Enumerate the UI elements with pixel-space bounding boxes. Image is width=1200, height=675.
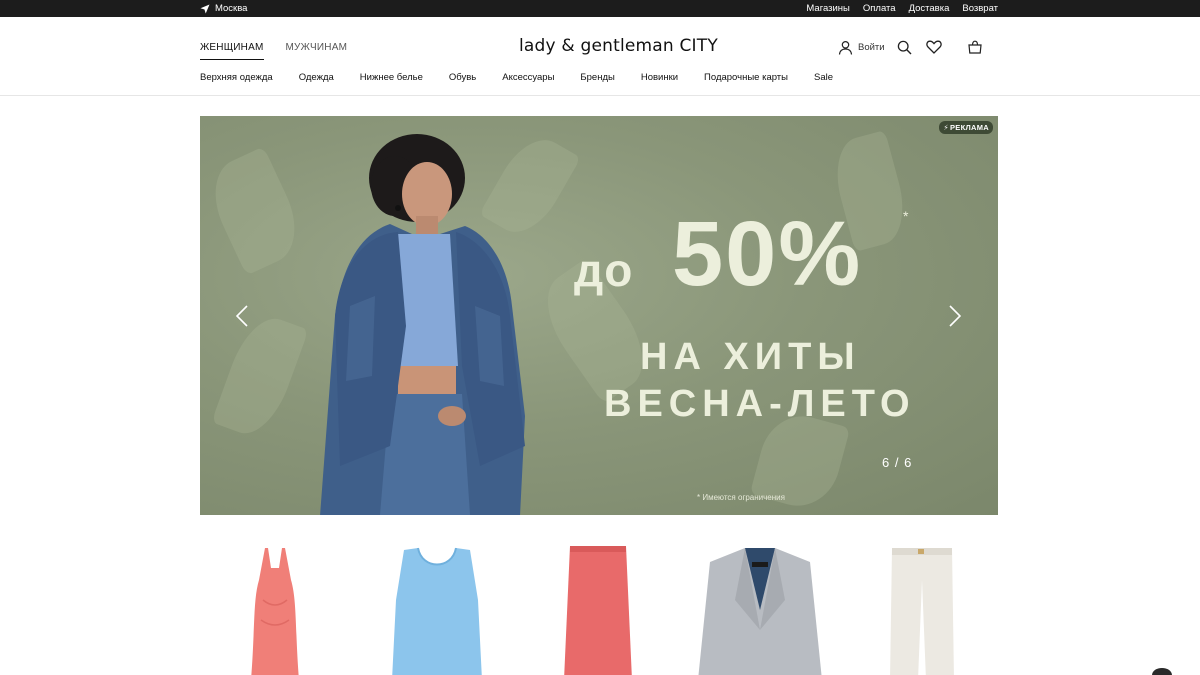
bag-icon	[967, 40, 982, 54]
link-stores[interactable]: Магазины	[806, 3, 849, 14]
site-logo[interactable]: lady & gentleman CITY	[519, 36, 718, 56]
user-icon	[838, 40, 853, 55]
nav-brands[interactable]: Бренды	[580, 72, 614, 83]
blazer-image	[698, 548, 822, 675]
link-payment[interactable]: Оплата	[863, 3, 896, 14]
product-card-top[interactable]	[367, 540, 507, 675]
promo-asterisk: *	[903, 208, 909, 224]
gender-tabs: ЖЕНЩИНАМ МУЖЧИНАМ	[200, 42, 347, 60]
header-actions: Войти	[838, 38, 982, 56]
tab-men[interactable]: МУЖЧИНАМ	[286, 42, 348, 60]
link-returns[interactable]: Возврат	[962, 3, 998, 14]
nav-outerwear[interactable]: Верхняя одежда	[200, 72, 273, 83]
header-divider	[0, 95, 1200, 96]
favorites-button[interactable]	[925, 40, 942, 54]
top-bar: Москва Магазины Оплата Доставка Возврат	[0, 0, 1200, 17]
product-card-blazer[interactable]	[690, 540, 830, 675]
promo-prefix: до	[574, 244, 634, 296]
skirt-image	[564, 546, 632, 675]
heart-icon	[925, 40, 942, 54]
chat-widget-button[interactable]	[1152, 668, 1172, 675]
nav-gift-cards[interactable]: Подарочные карты	[704, 72, 788, 83]
top-image	[392, 547, 482, 675]
model-photo	[320, 134, 525, 515]
product-card-dress[interactable]	[205, 540, 345, 675]
location-arrow-icon	[200, 4, 210, 13]
promo-discount: 50%	[672, 203, 863, 305]
nav-shoes[interactable]: Обувь	[449, 72, 476, 83]
city-selector[interactable]: Москва	[200, 0, 247, 17]
nav-new-arrivals[interactable]: Новинки	[641, 72, 678, 83]
city-label: Москва	[215, 3, 248, 14]
slide-counter: 6 / 6	[882, 455, 913, 470]
nav-clothing[interactable]: Одежда	[299, 72, 334, 83]
ad-badge: ⚡ РЕКЛАМА	[939, 121, 993, 134]
nav-underwear[interactable]: Нижнее белье	[360, 72, 423, 83]
hero-banner[interactable]: ⚡ РЕКЛАМА до 50% * НА ХИТЫ ВЕСНА-ЛЕТО 6 …	[200, 116, 998, 515]
hero-next-button[interactable]	[945, 302, 965, 330]
trousers-image	[890, 548, 954, 675]
promo-disclaimer: * Имеются ограничения	[697, 493, 785, 502]
chevron-left-icon	[236, 305, 248, 327]
promo-line-2: ВЕСНА-ЛЕТО	[604, 383, 916, 425]
category-nav: Верхняя одежда Одежда Нижнее белье Обувь…	[200, 72, 833, 83]
nav-sale[interactable]: Sale	[814, 72, 833, 83]
search-icon	[897, 40, 912, 54]
top-links: Магазины Оплата Доставка Возврат	[806, 0, 998, 17]
link-delivery[interactable]: Доставка	[909, 3, 950, 14]
tab-women[interactable]: ЖЕНЩИНАМ	[200, 42, 264, 60]
chevron-right-icon	[949, 305, 961, 327]
promo-line-1: НА ХИТЫ	[640, 336, 861, 378]
cart-button[interactable]	[967, 40, 982, 54]
product-card-skirt[interactable]	[529, 540, 669, 675]
product-card-trousers[interactable]	[852, 540, 992, 675]
search-button[interactable]	[897, 40, 912, 55]
dress-image	[251, 548, 299, 675]
nav-accessories[interactable]: Аксессуары	[502, 72, 554, 83]
login-label: Войти	[858, 41, 885, 53]
login-button[interactable]: Войти	[838, 40, 885, 55]
hero-prev-button[interactable]	[232, 302, 252, 330]
lightning-icon: ⚡	[943, 123, 949, 132]
ad-badge-label: РЕКЛАМА	[949, 123, 989, 132]
